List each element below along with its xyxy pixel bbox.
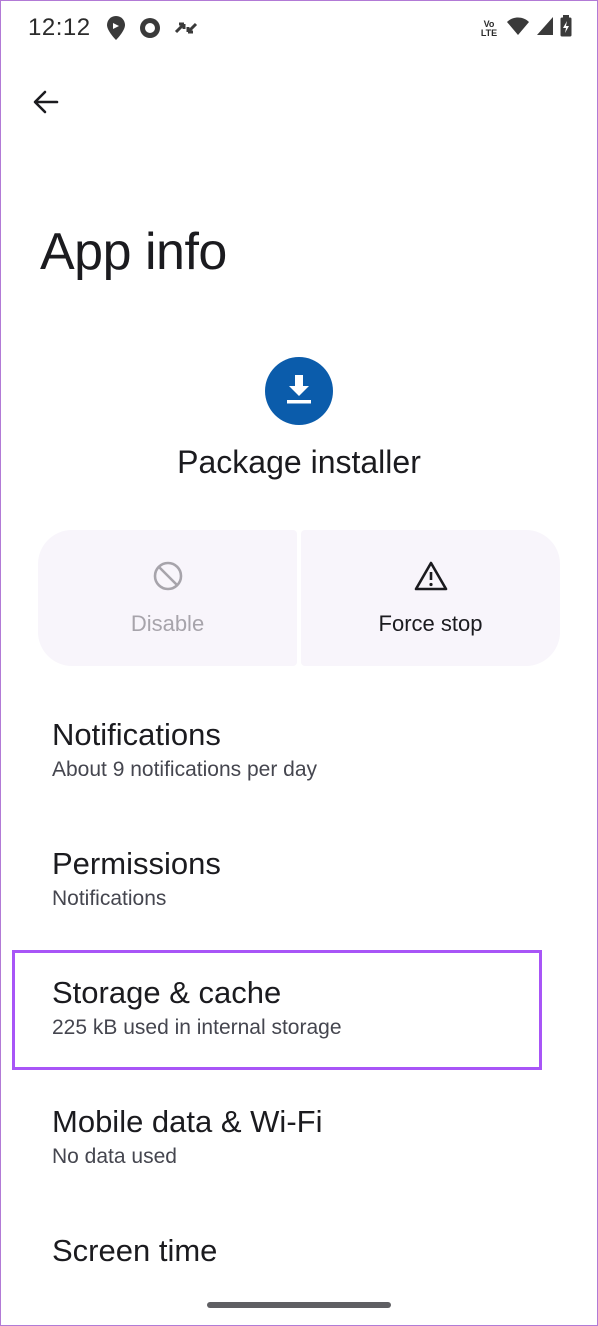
wifi-icon: [506, 16, 530, 41]
setting-storage-cache[interactable]: Storage & cache 225 kB used in internal …: [52, 974, 552, 1042]
back-button[interactable]: [26, 84, 66, 124]
page-title: App info: [40, 223, 227, 281]
disable-button[interactable]: Disable: [38, 530, 297, 666]
setting-title: Permissions: [52, 846, 221, 881]
circle-record-icon: [138, 16, 162, 45]
setting-title: Screen time: [52, 1233, 218, 1268]
status-time: 12:12: [28, 14, 91, 41]
setting-mobile-data-wifi[interactable]: Mobile data & Wi-Fi No data used: [52, 1103, 552, 1171]
battery-icon: [560, 15, 572, 42]
status-left-icons: [106, 15, 200, 46]
disable-label: Disable: [130, 610, 205, 636]
setting-subtitle: About 9 notifications per day: [52, 758, 318, 781]
setting-subtitle: 225 kB used in internal storage: [52, 1016, 342, 1039]
warning-icon: [414, 560, 448, 597]
setting-permissions[interactable]: Permissions Notifications: [52, 845, 552, 913]
setting-title: Storage & cache: [52, 975, 282, 1010]
swap-arrows-icon: [174, 18, 200, 43]
setting-subtitle: No data used: [52, 1145, 177, 1168]
status-bar: 12:12 Vo LTE: [0, 0, 598, 60]
setting-title: Notifications: [52, 717, 221, 752]
action-buttons: Disable Force stop: [38, 530, 560, 666]
setting-title: Mobile data & Wi-Fi: [52, 1104, 323, 1139]
home-indicator[interactable]: [207, 1302, 391, 1308]
app-icon: [265, 357, 333, 425]
signal-icon: [536, 16, 554, 41]
setting-subtitle: Notifications: [52, 887, 167, 910]
app-name: Package installer: [177, 444, 421, 480]
setting-screen-time[interactable]: Screen time: [52, 1232, 552, 1270]
download-icon: [281, 371, 317, 412]
setting-notifications[interactable]: Notifications About 9 notifications per …: [52, 716, 552, 784]
block-icon: [152, 560, 184, 597]
arrow-back-icon: [32, 88, 60, 121]
force-stop-button[interactable]: Force stop: [301, 530, 560, 666]
force-stop-label: Force stop: [378, 610, 483, 636]
volte-icon: Vo LTE: [480, 18, 498, 38]
location-pin-icon: [106, 15, 126, 46]
status-right-icons: Vo LTE: [478, 15, 572, 42]
